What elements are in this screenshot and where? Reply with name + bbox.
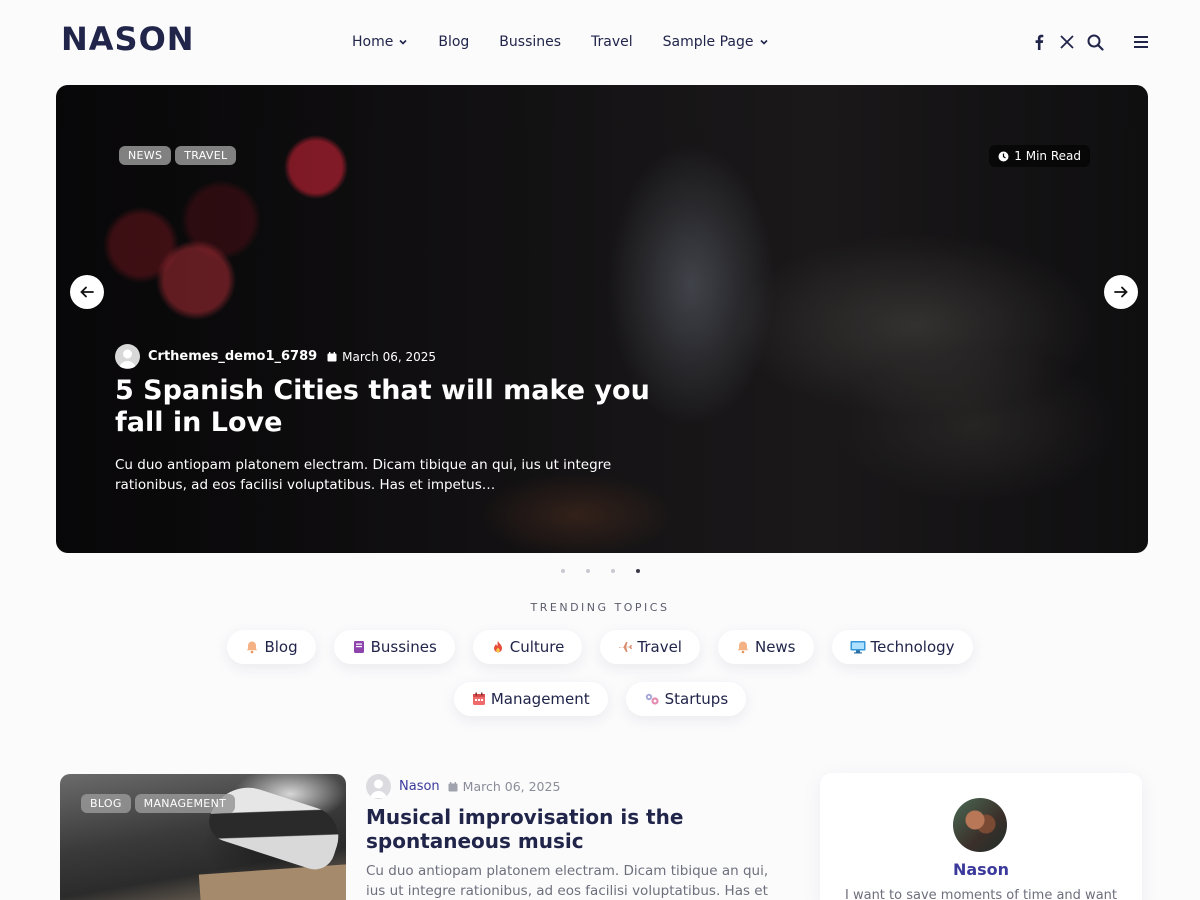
nav-item-label: Blog <box>438 34 470 50</box>
bell-icon <box>247 641 258 654</box>
calendar-icon <box>472 692 485 705</box>
gears-icon <box>645 693 659 705</box>
nav-item-label: Home <box>352 34 394 50</box>
clock-icon <box>998 151 1009 161</box>
calendar-icon <box>448 781 458 791</box>
x-twitter-icon[interactable] <box>1058 33 1076 51</box>
post-thumbnail[interactable] <box>60 774 346 900</box>
topic-label: Travel <box>637 638 682 656</box>
slider-dot-active[interactable] <box>636 569 640 573</box>
author-widget: Nason I want to save moments of time and… <box>820 773 1142 900</box>
slider-prev-button[interactable] <box>70 275 104 309</box>
slider-next-button[interactable] <box>1104 275 1138 309</box>
thumbnail-detail <box>198 863 346 900</box>
topic-label: News <box>754 638 796 656</box>
read-time-text: 1 Min Read <box>1014 149 1081 163</box>
nav-item-label: Travel <box>591 34 633 50</box>
topic-culture[interactable]: Culture <box>472 630 583 664</box>
topic-startups[interactable]: Startups <box>625 682 747 716</box>
topic-news[interactable]: News <box>717 630 814 664</box>
topic-management[interactable]: Management <box>453 682 608 716</box>
facebook-icon[interactable] <box>1030 33 1048 51</box>
post-meta: Nason March 06, 2025 <box>366 774 560 799</box>
hero-excerpt: Cu duo antiopam platonem electram. Dicam… <box>115 457 612 493</box>
topic-label: Blog <box>264 638 298 656</box>
post-title[interactable]: Musical improvisation is the spontaneous… <box>366 805 786 853</box>
topic-label: Culture <box>509 638 565 656</box>
author-widget-avatar[interactable] <box>953 798 1007 852</box>
hero-slider[interactable]: NEWS TRAVEL 1 Min Read Crthemes_demo1_67… <box>56 85 1148 553</box>
slider-dot[interactable] <box>586 569 590 573</box>
post-tags: BLOG MANAGEMENT <box>81 794 236 813</box>
topic-row: Management Startups <box>0 682 1200 716</box>
slider-dots <box>561 569 640 573</box>
post-date: March 06, 2025 <box>448 779 561 794</box>
post-author-avatar[interactable] <box>366 774 391 799</box>
topic-travel[interactable]: Travel <box>600 630 700 664</box>
topic-blog[interactable]: Blog <box>227 630 316 664</box>
header-icons <box>1030 33 1150 51</box>
search-icon[interactable] <box>1086 33 1104 51</box>
airplane-icon <box>619 642 633 652</box>
author-widget-bio: I want to save moments of time and want … <box>845 888 1117 900</box>
nav-item-bussines[interactable]: Bussines <box>499 34 561 50</box>
topic-technology[interactable]: Technology <box>831 630 973 664</box>
tag-management[interactable]: MANAGEMENT <box>134 794 236 813</box>
nav-item-home[interactable]: Home <box>352 34 408 50</box>
tag-blog[interactable]: BLOG <box>81 794 131 813</box>
read-time-badge: 1 Min Read <box>989 145 1090 167</box>
hero-meta: Crthemes_demo1_6789 March 06, 2025 <box>115 344 436 369</box>
nav-item-blog[interactable]: Blog <box>438 34 469 50</box>
site-header: NASON Home Blog Bussines Travel Sample P… <box>0 0 1200 86</box>
nav-item-label: Bussines <box>499 34 562 50</box>
chevron-down-icon <box>399 39 407 45</box>
hero-title[interactable]: 5 Spanish Cities that will make you fall… <box>115 375 675 439</box>
tag-news[interactable]: NEWS <box>119 146 172 165</box>
author-avatar[interactable] <box>115 344 140 369</box>
post-excerpt: Cu duo antiopam platonem electram. Dicam… <box>366 863 769 899</box>
nav-item-label: Sample Page <box>662 34 754 50</box>
hero-author-name[interactable]: Crthemes_demo1_6789 <box>148 349 317 364</box>
chevron-down-icon <box>759 39 768 45</box>
hero-date-text: March 06, 2025 <box>342 349 437 364</box>
trending-heading: TRENDING TOPICS <box>530 601 670 614</box>
topic-label: Management <box>490 690 590 708</box>
site-logo[interactable]: NASON <box>61 20 195 58</box>
book-icon <box>353 641 364 653</box>
arrow-left-icon <box>80 286 94 298</box>
slider-dot[interactable] <box>611 569 615 573</box>
post-date-text: March 06, 2025 <box>462 779 561 794</box>
nav-item-sample-page[interactable]: Sample Page <box>663 34 769 50</box>
author-widget-name[interactable]: Nason <box>820 860 1142 879</box>
topic-label: Technology <box>870 638 955 656</box>
monitor-icon <box>850 641 866 654</box>
main-nav: Home Blog Bussines Travel Sample Page <box>352 34 769 50</box>
bell-icon <box>737 641 749 654</box>
slider-dot[interactable] <box>561 569 565 573</box>
hero-tags: NEWS TRAVEL <box>119 146 237 165</box>
topic-label: Startups <box>664 690 729 708</box>
tag-travel[interactable]: TRAVEL <box>175 146 237 165</box>
thumbnail-shoe <box>203 777 346 875</box>
nav-item-travel[interactable]: Travel <box>591 34 633 50</box>
hero-date: March 06, 2025 <box>327 350 436 364</box>
post-author-name[interactable]: Nason <box>399 779 440 794</box>
topic-label: Bussines <box>370 638 437 656</box>
arrow-right-icon <box>1114 286 1128 298</box>
topic-bussines[interactable]: Bussines <box>333 630 455 664</box>
fire-icon <box>493 641 502 653</box>
topic-row: Blog Bussines Culture Travel News Techno… <box>0 630 1200 664</box>
menu-icon[interactable] <box>1132 33 1150 51</box>
calendar-icon <box>327 351 337 361</box>
